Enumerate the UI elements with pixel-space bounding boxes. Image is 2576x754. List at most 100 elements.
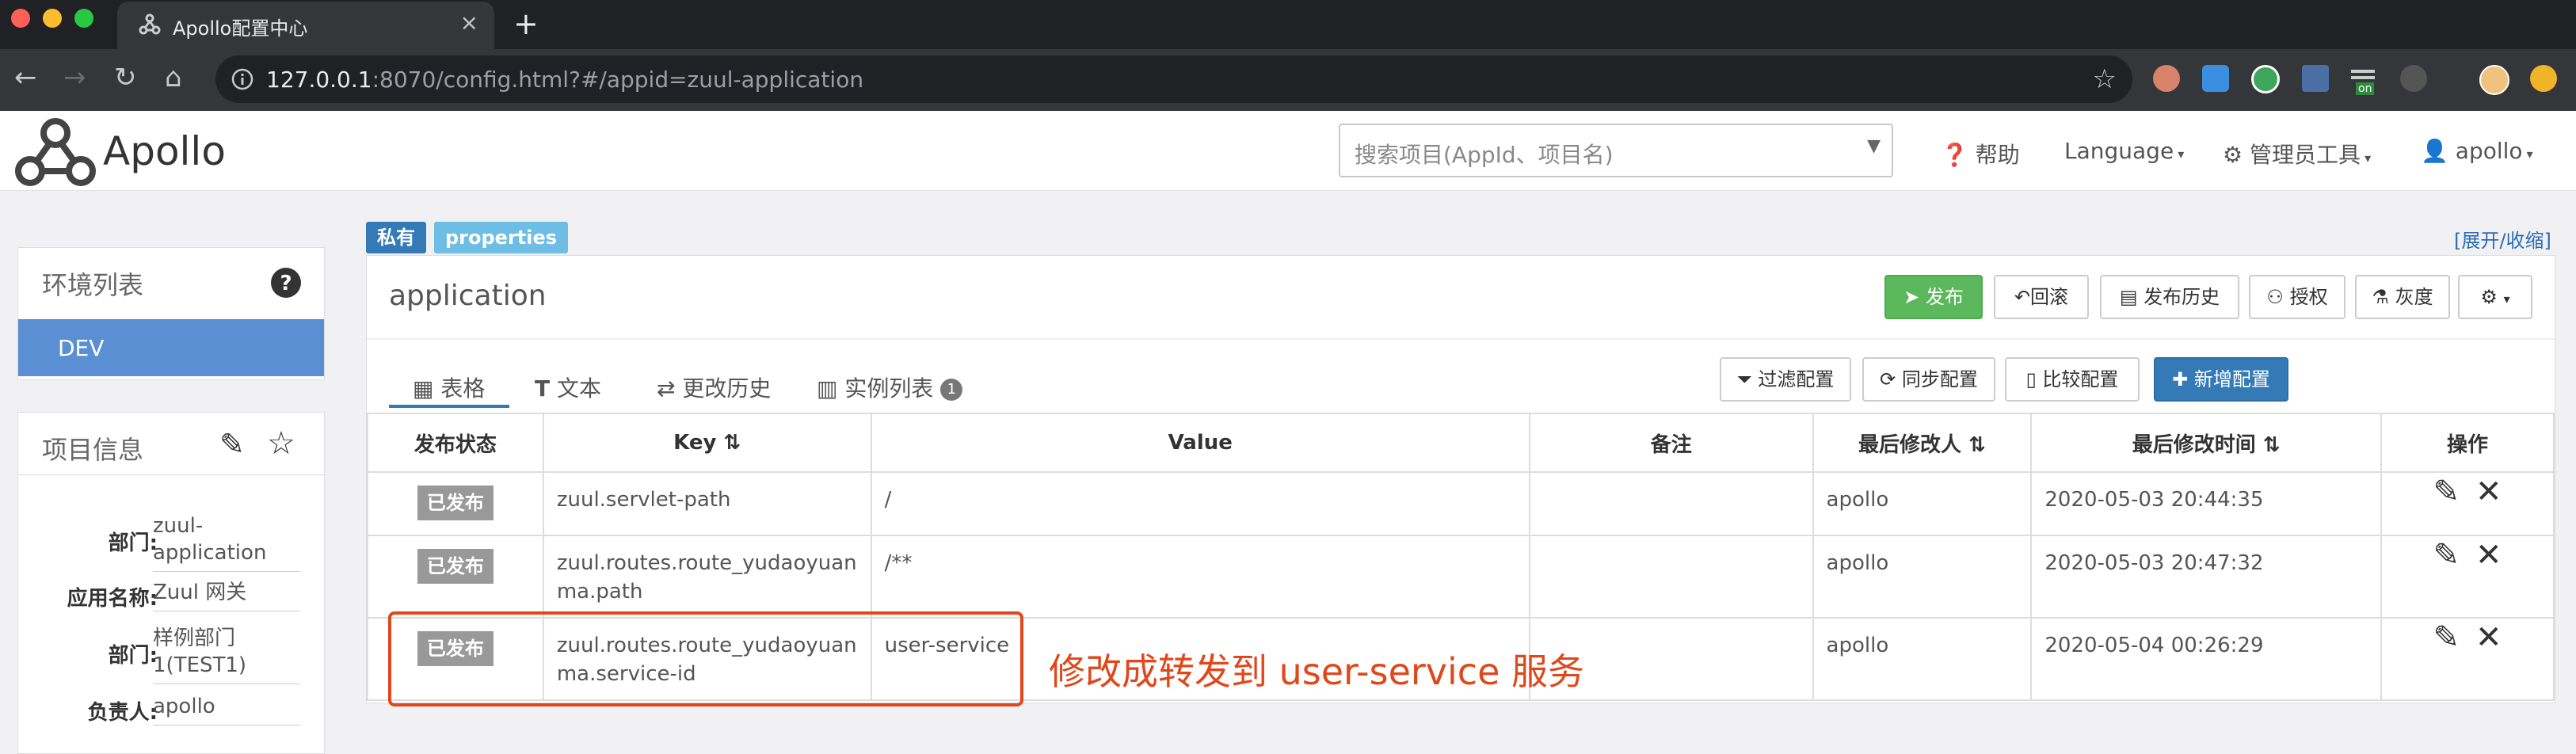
instances-icon: ▥	[817, 375, 838, 402]
svg-text:?: ?	[280, 272, 292, 295]
cell-value: /**	[870, 535, 1530, 619]
tab-title: Apollo配置中心	[173, 17, 308, 40]
search-placeholder: 搜索项目(AppId、项目名)	[1355, 142, 1614, 168]
edit-icon[interactable]: ✎	[2433, 474, 2460, 510]
back-icon[interactable]: ←	[14, 62, 37, 93]
edit-icon[interactable]: ✎	[2433, 619, 2460, 656]
authorize-button[interactable]: ⚇ 授权	[2249, 275, 2345, 319]
col-actions: 操作	[2380, 413, 2555, 473]
admin-tools-dropdown[interactable]: ⚙ 管理员工具 ▾	[2223, 138, 2371, 169]
extension-record-icon[interactable]	[2153, 65, 2180, 92]
cell-time: 2020-05-03 20:44:35	[2030, 471, 2383, 536]
delete-icon[interactable]: ✕	[2475, 619, 2502, 656]
env-list-panel: 环境列表 ? DEV	[17, 247, 325, 380]
apollo-logo-icon[interactable]	[14, 117, 97, 188]
add-config-button[interactable]: ✚ 新增配置	[2154, 357, 2288, 402]
cell-modifier: apollo	[1812, 617, 2033, 701]
caret-down-icon: ▾	[2174, 147, 2185, 162]
home-icon[interactable]: ⌂	[165, 62, 182, 93]
cell-key: zuul.routes.route_yudaoyuanma.path	[542, 535, 872, 619]
app-header: Apollo 搜索项目(AppId、项目名) ▼ ❓ 帮助 Language ▾…	[0, 111, 2576, 191]
tab-close-icon[interactable]: ×	[460, 10, 478, 36]
edit-icon[interactable]: ✎	[219, 427, 245, 462]
extension-grid-icon[interactable]	[2302, 65, 2329, 92]
field-value: 样例部门1(TEST1)	[153, 625, 300, 684]
private-badge: 私有	[366, 222, 426, 253]
forward-icon[interactable]: →	[63, 62, 86, 93]
user-icon: 👤	[2421, 138, 2448, 164]
instance-count-badge: 1	[940, 379, 963, 401]
bookmark-star-icon[interactable]: ☆	[2093, 63, 2117, 95]
chevron-down-icon: ▼	[1867, 136, 1881, 156]
reload-icon[interactable]: ↻	[114, 62, 137, 93]
col-modifier[interactable]: 最后修改人 ⇅	[1812, 413, 2033, 473]
active-tab-indicator	[389, 405, 509, 408]
sort-icon[interactable]: ⇅	[1968, 433, 1986, 457]
expand-collapse-link[interactable]: [展开/收缩]	[2454, 225, 2551, 253]
tab-instance-list[interactable]: ▥ 实例列表 1	[817, 371, 963, 403]
extension-vue-icon[interactable]	[2251, 65, 2280, 93]
browser-tab[interactable]: Apollo配置中心 ×	[117, 2, 494, 49]
extension-menu-icon[interactable]: on	[2351, 65, 2378, 95]
maximize-window-icon[interactable]	[74, 9, 93, 28]
sync-icon: ⟳	[1880, 368, 1896, 390]
help-icon: ❓	[1941, 142, 1968, 168]
sort-icon[interactable]: ⇅	[724, 431, 741, 455]
language-dropdown[interactable]: Language ▾	[2064, 138, 2184, 164]
rollback-button[interactable]: ↶回滚	[1994, 275, 2089, 319]
browser-tabbar: Apollo配置中心 × +	[0, 0, 2576, 49]
filter-config-button[interactable]: ⏷ 过滤配置	[1720, 357, 1851, 402]
extension-diamond-icon[interactable]	[2202, 65, 2229, 92]
cell-modifier: apollo	[1812, 535, 2033, 619]
publish-button[interactable]: ➤ 发布	[1884, 275, 1983, 319]
star-icon[interactable]: ☆	[267, 425, 295, 462]
sync-config-button[interactable]: ⟳ 同步配置	[1862, 357, 1995, 402]
field-label: 部门:	[108, 531, 158, 555]
table-row: 已发布 zuul.servlet-path / apollo 2020-05-0…	[367, 471, 2555, 536]
tab-table[interactable]: ▦ 表格	[413, 371, 485, 403]
profile-avatar-icon[interactable]	[2479, 65, 2509, 95]
field-label: 应用名称:	[67, 587, 158, 611]
delete-icon[interactable]: ✕	[2475, 537, 2502, 573]
cell-comment	[1528, 471, 1814, 536]
settings-dropdown-button[interactable]: ⚙ ▾	[2458, 275, 2532, 319]
env-item-dev[interactable]: DEV	[18, 319, 324, 376]
project-search-select[interactable]: 搜索项目(AppId、项目名) ▼	[1339, 124, 1893, 177]
cell-time: 2020-05-03 20:47:32	[2030, 535, 2383, 619]
help-link[interactable]: ❓ 帮助	[1941, 138, 2020, 169]
minimize-window-icon[interactable]	[43, 9, 62, 28]
publish-history-button[interactable]: ▤ 发布历史	[2100, 275, 2239, 319]
extension-pin-icon[interactable]	[2400, 65, 2427, 92]
tab-change-history[interactable]: ⇄ 更改历史	[657, 371, 771, 403]
col-value: Value	[870, 413, 1530, 473]
gear-icon: ⚙	[2480, 286, 2498, 308]
project-info-title: 项目信息	[42, 435, 144, 465]
col-key[interactable]: Key ⇅	[542, 413, 872, 473]
user-dropdown[interactable]: 👤 apollo ▾	[2421, 138, 2533, 164]
tab-text[interactable]: T 文本	[535, 371, 601, 403]
cell-modifier: apollo	[1812, 471, 2033, 536]
delete-icon[interactable]: ✕	[2475, 474, 2502, 510]
compare-config-button[interactable]: ▯ 比较配置	[2005, 357, 2140, 402]
status-badge: 已发布	[417, 486, 493, 520]
col-modified-time[interactable]: 最后修改时间 ⇅	[2030, 413, 2383, 473]
question-icon[interactable]: ?	[270, 267, 302, 299]
new-tab-icon[interactable]: +	[513, 6, 539, 41]
cell-key: zuul.servlet-path	[542, 471, 872, 536]
extension-coin-icon[interactable]	[2530, 65, 2557, 92]
namespace-title: application	[389, 280, 547, 312]
address-bar[interactable]: 127.0.0.1:8070/config.html?#/appid=zuul-…	[215, 55, 2132, 103]
field-value: apollo	[153, 693, 300, 725]
close-window-icon[interactable]	[11, 9, 30, 28]
info-icon[interactable]	[231, 68, 253, 90]
project-info-panel: 项目信息 ✎ ☆ 部门: zuul-application 应用名称: Zuul…	[17, 412, 325, 754]
gray-release-button[interactable]: ⚗ 灰度	[2355, 275, 2450, 319]
env-list-title: 环境列表	[42, 270, 144, 300]
caret-down-icon: ▾	[2503, 291, 2510, 307]
edit-icon[interactable]: ✎	[2433, 537, 2460, 573]
apollo-favicon-icon	[139, 13, 161, 35]
list-icon: ▤	[2119, 286, 2138, 308]
undo-icon: ↶	[2014, 286, 2031, 308]
sort-icon[interactable]: ⇅	[2263, 433, 2281, 457]
logo-text[interactable]: Apollo	[103, 128, 226, 174]
